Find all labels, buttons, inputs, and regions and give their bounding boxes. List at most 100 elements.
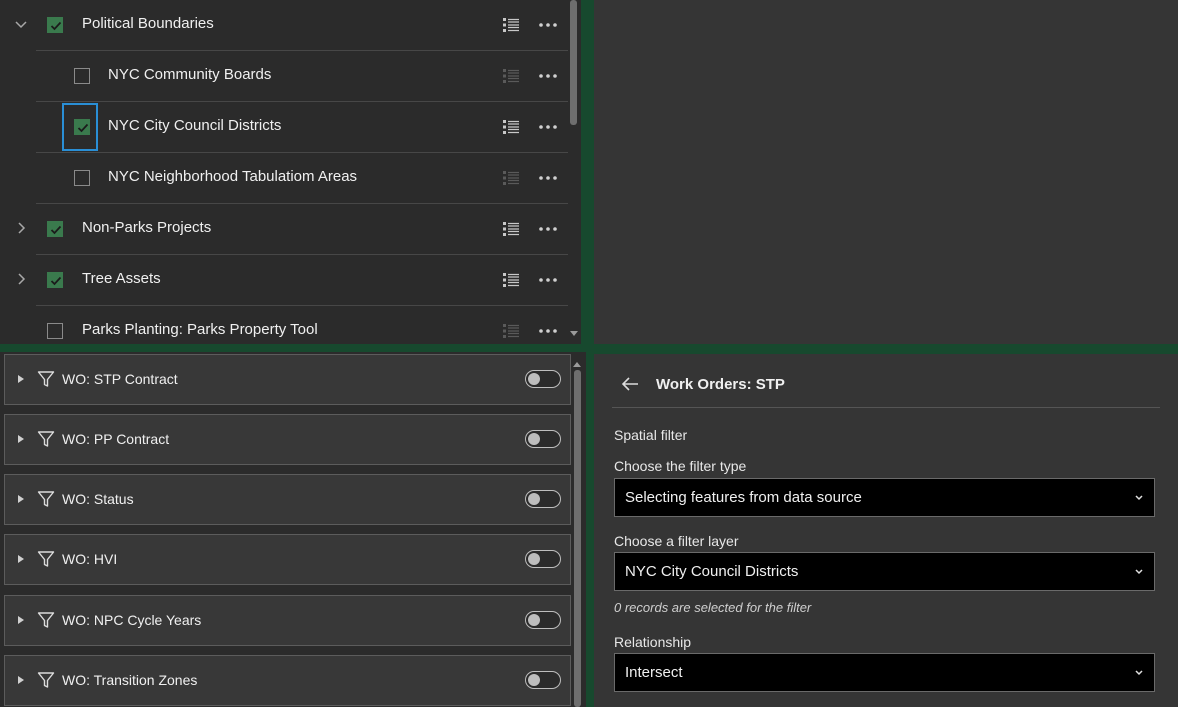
scroll-down-arrow-icon[interactable] [569,330,579,338]
chevron-down-icon [1135,495,1143,501]
filter-row[interactable]: WO: STP Contract [4,354,571,405]
layer-list-scrollbar[interactable] [570,0,577,125]
filter-row[interactable]: WO: Transition Zones [4,655,571,706]
filter-toggle-switch[interactable] [525,550,561,568]
filter-label: WO: NPC Cycle Years [62,612,202,628]
layer-visibility-checkbox[interactable] [74,119,90,135]
filter-type-label: Choose the filter type [614,458,747,474]
checkmark-icon [50,21,62,31]
filter-layer-select[interactable]: NYC City Council Districts [614,552,1155,591]
filter-row[interactable]: WO: HVI [4,534,571,585]
records-selected-note: 0 records are selected for the filter [614,600,812,615]
layer-row[interactable]: NYC Neighborhood Tabulatiom Areas [0,153,568,204]
filter-toggle-switch[interactable] [525,370,561,388]
legend-list-icon[interactable] [502,118,520,136]
layer-visibility-checkbox[interactable] [47,221,63,237]
layer-label: Political Boundaries [82,15,214,32]
filter-funnel-icon [37,491,55,507]
layer-list-panel: Political Boundaries NYC Community Boards… [0,0,581,344]
filter-label: WO: PP Contract [62,431,170,447]
layer-label: Non-Parks Projects [82,219,212,236]
more-options-icon[interactable] [538,328,558,334]
divider [612,407,1160,408]
filter-funnel-icon [37,612,55,628]
filter-toggle-switch[interactable] [525,671,561,689]
filter-label: WO: STP Contract [62,371,178,387]
chevron-right-icon[interactable] [14,272,28,286]
toggle-knob [528,492,540,505]
toggle-knob [528,372,540,385]
filter-toggle-switch[interactable] [525,490,561,508]
filter-list-panel: WO: STP Contract WO: PP Contract WO: Statu… [0,352,586,707]
expand-caret-icon[interactable] [17,434,25,444]
filter-funnel-icon [37,672,55,688]
layer-row[interactable]: NYC Community Boards [0,51,568,102]
filter-layer-value: NYC City Council Districts [625,563,799,580]
filter-label: WO: Status [62,491,134,507]
filter-funnel-icon [37,431,55,447]
chevron-down-icon [1135,670,1143,676]
expand-caret-icon[interactable] [17,494,25,504]
layer-visibility-checkbox[interactable] [74,68,90,84]
more-options-icon[interactable] [538,226,558,232]
map-panel [594,0,1178,344]
layer-visibility-checkbox[interactable] [74,170,90,186]
back-arrow-icon[interactable] [620,376,640,392]
filter-funnel-icon [37,551,55,567]
detail-title: Work Orders: STP [656,376,785,393]
filter-type-select[interactable]: Selecting features from data source [614,478,1155,517]
more-options-icon[interactable] [538,175,558,181]
more-options-icon[interactable] [538,22,558,28]
layer-label: Tree Assets [82,270,161,287]
filter-toggle-switch[interactable] [525,430,561,448]
legend-list-icon[interactable] [502,271,520,289]
checkmark-icon [50,276,62,286]
filter-layer-label: Choose a filter layer [614,533,739,549]
filter-label: WO: HVI [62,551,118,567]
legend-list-icon[interactable] [502,67,520,85]
legend-list-icon[interactable] [502,220,520,238]
legend-list-icon[interactable] [502,322,520,340]
layer-label: NYC Community Boards [108,66,272,83]
spatial-filter-heading: Spatial filter [614,427,688,443]
toggle-knob [528,432,540,445]
relationship-value: Intersect [625,664,683,681]
toggle-knob [528,613,540,626]
layer-label: NYC City Council Districts [108,117,282,134]
expand-caret-icon[interactable] [17,374,25,384]
expand-caret-icon[interactable] [17,615,25,625]
filter-row[interactable]: WO: PP Contract [4,414,571,465]
expand-caret-icon[interactable] [17,675,25,685]
layer-row[interactable]: Parks Planting: Parks Property Tool [0,306,568,344]
checkmark-icon [77,123,89,133]
layer-visibility-checkbox[interactable] [47,272,63,288]
chevron-down-icon [1135,569,1143,575]
checkmark-icon [50,225,62,235]
layer-visibility-checkbox[interactable] [47,323,63,339]
relationship-select[interactable]: Intersect [614,653,1155,692]
filter-list-scrollbar[interactable] [574,370,581,707]
layer-label: Parks Planting: Parks Property Tool [82,321,318,338]
more-options-icon[interactable] [538,73,558,79]
scroll-up-arrow-icon[interactable] [572,360,582,368]
layer-row[interactable]: Non-Parks Projects [0,204,568,255]
chevron-down-icon[interactable] [14,17,28,31]
filter-type-value: Selecting features from data source [625,489,862,506]
toggle-knob [528,673,540,686]
filter-detail-panel: Work Orders: STP Spatial filter Choose t… [594,354,1178,707]
legend-list-icon[interactable] [502,169,520,187]
layer-visibility-checkbox[interactable] [47,17,63,33]
layer-row[interactable]: NYC City Council Districts [0,102,568,153]
layer-row[interactable]: Political Boundaries [0,0,568,51]
filter-row[interactable]: WO: NPC Cycle Years [4,595,571,646]
filter-row[interactable]: WO: Status [4,474,571,525]
expand-caret-icon[interactable] [17,554,25,564]
layer-label: NYC Neighborhood Tabulatiom Areas [108,168,358,185]
chevron-right-icon[interactable] [14,221,28,235]
more-options-icon[interactable] [538,124,558,130]
more-options-icon[interactable] [538,277,558,283]
legend-list-icon[interactable] [502,16,520,34]
filter-label: WO: Transition Zones [62,672,198,688]
layer-row[interactable]: Tree Assets [0,255,568,306]
filter-toggle-switch[interactable] [525,611,561,629]
